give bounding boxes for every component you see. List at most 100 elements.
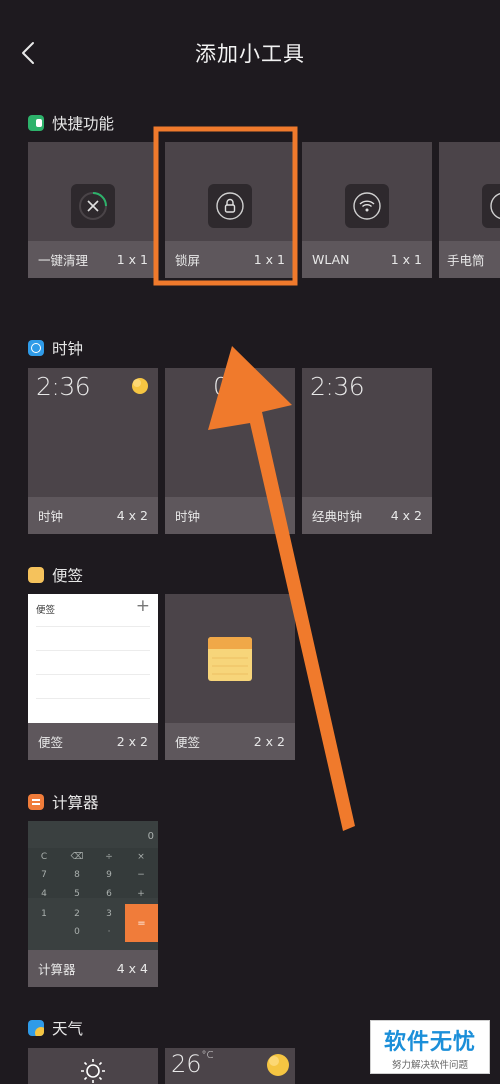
weather-icon [28,1020,44,1036]
widget-card-notes-list[interactable]: 便签 + 便签 2 x 2 [28,594,158,760]
section-title: 快捷功能 [52,115,115,133]
widget-card-clock-2[interactable]: 0 时钟 4 [165,368,295,534]
widget-card-cleanup[interactable]: 一键清理 1 x 1 [28,142,158,278]
card-footer: 一键清理 1 x 1 [28,241,158,278]
calc-key: × [137,852,145,862]
sun-icon [267,1054,289,1076]
card-footer: 计算器 4 x 4 [28,950,158,987]
calc-key: 9 [106,870,112,880]
clock-time: 2:36 [36,372,91,401]
section-label-quick: 快捷功能 [28,112,114,134]
wifi-icon [345,184,389,228]
widget-card-flashlight[interactable]: 手电筒 [439,142,500,278]
card-footer: 锁屏 1 x 1 [165,241,295,278]
plus-icon: + [135,596,150,616]
cleanup-icon [71,184,115,228]
calc-key: 7 [41,870,47,880]
toggle-icon [28,115,44,131]
widget-card-notes[interactable]: 便签 2 x 2 [165,594,295,760]
calc-key: 6 [106,889,112,899]
section-title: 天气 [52,1020,84,1038]
card-size: 1 x 1 [116,252,148,267]
section-title: 便签 [52,567,84,585]
watermark-sub: 努力解决软件问题 [391,1059,468,1071]
calc-key: − [137,870,145,880]
calc-key: 8 [74,870,80,880]
watermark-main: 软件无忧 [383,1029,476,1055]
calculator-preview: 0 C ⌫ ÷ × 7 8 9 − 4 5 6 + 1 2 3 0 · = [28,821,158,950]
widget-card-weather-2[interactable]: 26°C [165,1048,295,1084]
calc-key: ⌫ [70,852,84,862]
sun-icon [132,378,148,394]
page-title: 添加小工具 [195,42,305,66]
calc-key: ÷ [105,852,113,862]
card-name: 锁屏 [175,253,201,268]
section-label-notes: 便签 [28,564,83,586]
card-size: 4 x 2 [390,508,422,523]
calc-key: + [137,889,145,899]
widget-card-weather[interactable] [28,1048,158,1084]
card-name: 计算器 [38,962,76,977]
card-name: 经典时钟 [312,509,363,524]
watermark-logo: 软件无忧 努力解决软件问题 [370,1020,490,1074]
widget-card-lock-screen[interactable]: 锁屏 1 x 1 [165,142,295,278]
calc-equals-key: = [125,904,158,942]
notes-preview-title: 便签 [36,605,56,616]
widget-card-wlan[interactable]: WLAN 1 x 1 [302,142,432,278]
calc-key: 5 [74,889,80,899]
card-size: 4 x 4 [116,961,148,976]
card-size: 2 x 2 [116,734,148,749]
flashlight-icon [482,184,500,228]
section-title: 时钟 [52,340,84,358]
calc-key: C [40,852,48,862]
card-name: 时钟 [38,509,64,524]
card-footer: 便签 2 x 2 [28,723,158,760]
calc-key: · [107,927,111,937]
calc-key: 2 [74,909,80,919]
lock-icon [208,184,252,228]
section-title: 计算器 [52,794,99,812]
card-name: 便签 [38,735,64,750]
card-size: 2 x 2 [253,734,285,749]
card-footer: 手电筒 [439,241,500,278]
sun-icon [81,1059,105,1083]
divider [36,674,150,675]
calc-key: 4 [41,889,47,899]
card-size: 4 x 2 [116,508,148,523]
card-footer: 便签 2 x 2 [165,723,295,760]
widget-card-clock[interactable]: 2:36 时钟 4 x 2 [28,368,158,534]
widget-card-calculator[interactable]: 0 C ⌫ ÷ × 7 8 9 − 4 5 6 + 1 2 3 0 · = 计算… [28,821,158,987]
header: 添加小工具 [0,0,500,100]
calculator-icon [28,794,44,810]
card-name: 便签 [175,735,201,750]
weather-temp: 26°C [171,1050,214,1078]
calc-key: 3 [106,909,112,919]
calc-key: 1 [41,909,47,919]
widget-card-classic-clock[interactable]: 2:36 经典时钟 4 x 2 [302,368,432,534]
calc-display: 0 [147,831,154,842]
notes-preview: 便签 + [28,594,158,723]
card-footer: WLAN 1 x 1 [302,241,432,278]
card-size: 4 [277,508,285,523]
temp-value: 26 [171,1050,202,1078]
calc-key: 0 [74,927,80,937]
card-name: WLAN [312,252,350,267]
section-label-weather: 天气 [28,1017,83,1039]
divider [36,650,150,651]
card-size: 1 x 1 [253,252,285,267]
clock-icon [28,340,44,356]
clock-time: 2:36 [310,372,365,401]
temp-unit: °C [201,1050,214,1061]
card-footer: 经典时钟 4 x 2 [302,497,432,534]
card-footer: 时钟 4 x 2 [28,497,158,534]
notes-icon [28,567,44,583]
card-footer: 时钟 4 [165,497,295,534]
divider [36,626,150,627]
clock-time: 0 [213,372,229,401]
card-name: 时钟 [175,509,201,524]
section-label-clock: 时钟 [28,337,83,359]
divider [36,698,150,699]
card-name: 一键清理 [38,253,89,268]
card-name: 手电筒 [447,253,485,268]
card-size: 1 x 1 [390,252,422,267]
